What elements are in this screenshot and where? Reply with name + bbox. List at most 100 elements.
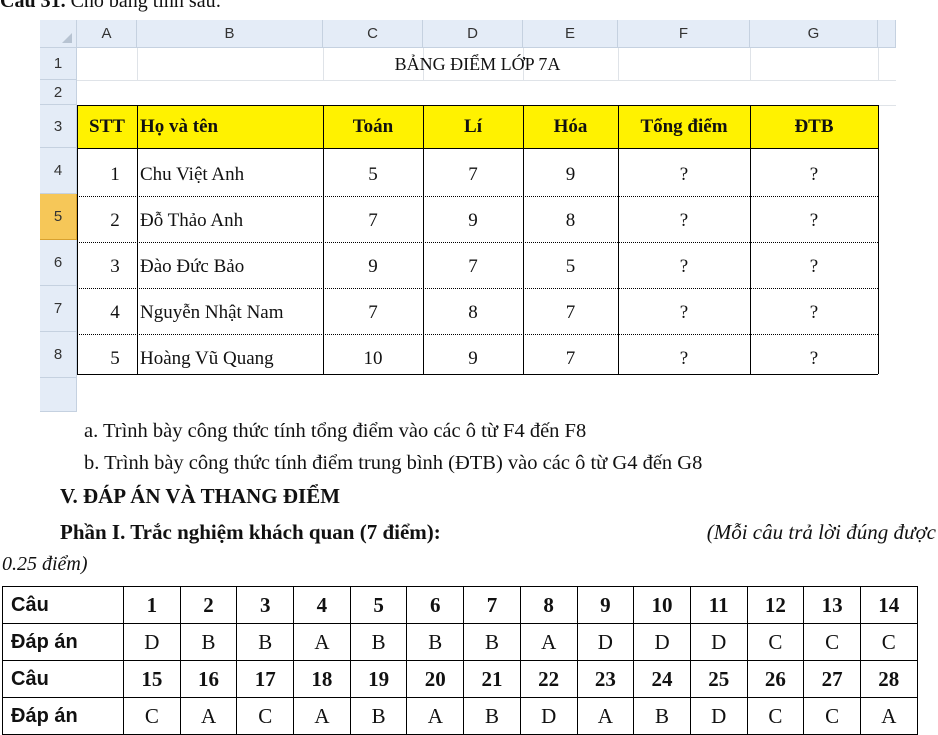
- header-cell-e[interactable]: Hóa: [523, 105, 618, 148]
- cell-d5[interactable]: 9: [423, 198, 523, 244]
- border-top: [77, 105, 878, 106]
- question-number-row-cell: 27: [803, 660, 861, 698]
- cell-a4[interactable]: 1: [85, 152, 145, 198]
- cell-e5[interactable]: 8: [523, 198, 618, 244]
- cell-d8[interactable]: 9: [423, 336, 523, 382]
- cell-b7[interactable]: Nguyễn Nhật Nam: [137, 290, 323, 336]
- cell-a5[interactable]: 2: [85, 198, 145, 244]
- row-divider: [77, 288, 878, 289]
- header-cell-f[interactable]: Tổng điểm: [618, 105, 750, 148]
- cell-g7[interactable]: ?: [750, 290, 878, 336]
- cell-e8[interactable]: 7: [523, 336, 618, 382]
- answer-row-cell: D: [633, 623, 691, 661]
- header-cell-g[interactable]: ĐTB: [750, 105, 878, 148]
- cell-b6[interactable]: Đào Đức Bảo: [137, 244, 323, 290]
- cell-d7[interactable]: 8: [423, 290, 523, 336]
- question-text: Cho bảng tính sau:: [70, 0, 222, 12]
- column-header-f[interactable]: F: [618, 20, 750, 48]
- answer-row-cell: B: [463, 697, 521, 735]
- cell-f6[interactable]: ?: [618, 244, 750, 290]
- cell-a6[interactable]: 3: [85, 244, 145, 290]
- answer-row-cell: B: [406, 623, 465, 661]
- column-header-empty: [878, 20, 896, 48]
- header-cell-b[interactable]: Họ và tên: [137, 105, 323, 148]
- answer-row-cell: D: [576, 623, 635, 661]
- column-header-e[interactable]: E: [523, 20, 618, 48]
- gridline-h: [77, 80, 896, 81]
- question-label: Câu: [2, 660, 124, 698]
- cell-g6[interactable]: ?: [750, 244, 878, 290]
- cell-c6[interactable]: 9: [323, 244, 423, 290]
- header-cell-c[interactable]: Toán: [323, 105, 423, 148]
- row-header-5[interactable]: 5: [40, 194, 77, 240]
- cell-f7[interactable]: ?: [618, 290, 750, 336]
- column-header-d[interactable]: D: [423, 20, 523, 48]
- cell-d4[interactable]: 7: [423, 152, 523, 198]
- border-header-bottom: [77, 148, 878, 149]
- cell-f8[interactable]: ?: [618, 336, 750, 382]
- answer-row-cell: D: [519, 697, 578, 735]
- cell-c5[interactable]: 7: [323, 198, 423, 244]
- cell-d6[interactable]: 7: [423, 244, 523, 290]
- cell-e4[interactable]: 9: [523, 152, 618, 198]
- header-cell-d[interactable]: Lí: [423, 105, 523, 148]
- question-number-row-cell: 22: [519, 660, 578, 698]
- question-number-row: Câu 15 16 17 18 19 20 21 22 23 24 25 26 27 28: [2, 660, 918, 698]
- row-header-4[interactable]: 4: [40, 148, 77, 194]
- cell-b5[interactable]: Đỗ Thảo Anh: [137, 198, 323, 244]
- answer-row-cell: C: [746, 697, 805, 735]
- cell-g5[interactable]: ?: [750, 198, 878, 244]
- column-header-b[interactable]: B: [137, 20, 323, 48]
- cell-f4[interactable]: ?: [618, 152, 750, 198]
- row-header-7[interactable]: 7: [40, 286, 77, 332]
- answer-row-cell: C: [859, 623, 918, 661]
- border-bottom: [77, 374, 878, 375]
- border-col: [878, 105, 879, 374]
- answer-row-cell: A: [406, 697, 465, 735]
- cell-a8[interactable]: 5: [85, 336, 145, 382]
- cell-c8[interactable]: 10: [323, 336, 423, 382]
- column-header-a[interactable]: A: [77, 20, 137, 48]
- cell-e7[interactable]: 7: [523, 290, 618, 336]
- column-header-c[interactable]: C: [323, 20, 423, 48]
- cell-e6[interactable]: 5: [523, 244, 618, 290]
- question-number-row-cell: 25: [689, 660, 748, 698]
- cell-b8[interactable]: Hoàng Vũ Quang: [137, 336, 323, 382]
- question-number-row-cell: 16: [179, 660, 238, 698]
- cell-c4[interactable]: 5: [323, 152, 423, 198]
- column-header-g[interactable]: G: [750, 20, 878, 48]
- answer-label: Đáp án: [2, 697, 124, 735]
- question-number-row-cell: 13: [803, 586, 861, 624]
- answer-row-cell: B: [349, 623, 408, 661]
- cell-b4[interactable]: Chu Việt Anh: [137, 152, 323, 198]
- question-number-row-cell: 19: [349, 660, 408, 698]
- row-header-8[interactable]: 8: [40, 332, 77, 378]
- question-number-row-cell: 3: [236, 586, 295, 624]
- row-header-6[interactable]: 6: [40, 240, 77, 286]
- cell-f5[interactable]: ?: [618, 198, 750, 244]
- part1-heading: Phần I. Trắc nghiệm khách quan (7 điểm):…: [60, 520, 936, 545]
- question-number-row-cell: 23: [576, 660, 635, 698]
- cell-g4[interactable]: ?: [750, 152, 878, 198]
- row-header-2[interactable]: 2: [40, 80, 77, 105]
- answer-row-cell: C: [803, 697, 861, 735]
- answer-row-cell: D: [123, 623, 181, 661]
- answer-row-cell: B: [463, 623, 521, 661]
- question-number-row-cell: 9: [576, 586, 635, 624]
- question-number-row-cell: 26: [746, 660, 805, 698]
- question-heading: Câu 31. Cho bảng tính sau:: [0, 0, 221, 13]
- answer-row-cell: A: [519, 623, 578, 661]
- part1-title: Phần I. Trắc nghiệm khách quan (7 điểm):: [60, 520, 441, 544]
- select-all-corner[interactable]: [40, 20, 77, 48]
- question-number-row-cell: 2: [179, 586, 238, 624]
- question-number-row-cell: 14: [859, 586, 918, 624]
- cell-g8[interactable]: ?: [750, 336, 878, 382]
- header-cell-a[interactable]: STT: [77, 105, 137, 148]
- row-header-1[interactable]: 1: [40, 48, 77, 80]
- cell-c7[interactable]: 7: [323, 290, 423, 336]
- answer-row-cell: C: [803, 623, 861, 661]
- answer-row-cell: D: [689, 697, 748, 735]
- answer-row-cell: C: [236, 697, 295, 735]
- row-header-3[interactable]: 3: [40, 105, 77, 148]
- cell-a7[interactable]: 4: [85, 290, 145, 336]
